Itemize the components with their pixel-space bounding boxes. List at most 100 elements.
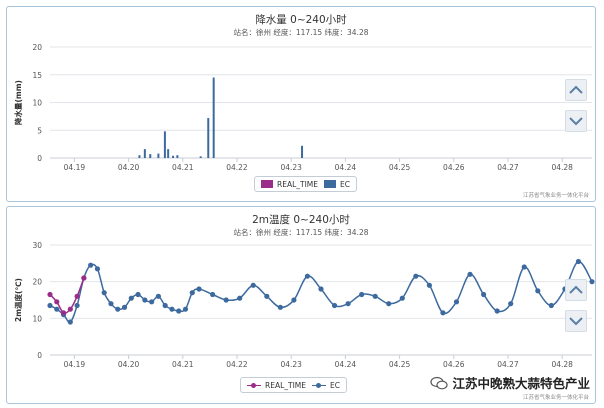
data-point-ec (142, 297, 148, 303)
legend-label: EC (340, 179, 350, 189)
data-point-ec (101, 290, 107, 296)
legend-swatch (247, 381, 261, 389)
x-tick-label: 04.21 (172, 360, 194, 369)
data-point-ec (521, 264, 527, 270)
bar-ec (207, 118, 210, 158)
wechat-logo-icon (430, 376, 449, 389)
data-point-ec (250, 282, 256, 288)
bar-ec (149, 154, 152, 158)
data-point-ec (162, 302, 168, 309)
data-point-ec (47, 302, 53, 309)
data-point-ec (223, 297, 229, 303)
data-point-ec (494, 308, 500, 314)
x-tick-label: 04.21 (172, 163, 194, 172)
data-point-ec (508, 301, 514, 307)
legend-item-ec[interactable]: EC (312, 381, 340, 390)
data-point-ec (481, 291, 487, 298)
data-point-ec (54, 306, 60, 312)
data-point-real-time (67, 306, 73, 312)
x-tick-label: 04.28 (551, 163, 573, 172)
data-point-ec (155, 293, 161, 299)
data-point-ec (399, 295, 405, 301)
data-point-ec (94, 266, 101, 272)
y-tick-label: 20 (32, 278, 42, 287)
x-tick-label: 04.22 (226, 163, 248, 172)
x-tick-label: 04.25 (389, 360, 411, 369)
credit-text: 江苏省气象业务一体化平台 (522, 395, 589, 401)
bar-ec (138, 155, 141, 158)
x-tick-label: 04.26 (443, 163, 465, 172)
y-tick-label: 30 (32, 241, 42, 250)
data-point-ec (372, 293, 378, 299)
x-tick-label: 04.23 (280, 360, 302, 369)
bar-ec (167, 149, 170, 158)
y-tick-label: 0 (37, 351, 42, 360)
data-point-ec (345, 301, 351, 307)
data-point-real-time (81, 275, 87, 281)
data-point-ec (440, 310, 446, 316)
data-point-ec (359, 291, 365, 298)
bar-ec (172, 155, 175, 158)
watermark-text: 江苏中晚熟大蒜特色产业 (452, 376, 590, 391)
legend-swatch (312, 381, 327, 389)
data-point-ec (413, 273, 419, 279)
data-point-ec (291, 297, 297, 303)
y-tick-label: 15 (32, 71, 42, 80)
data-point-ec (196, 286, 202, 292)
legend-label: REAL_TIME (265, 380, 307, 390)
data-point-ec (331, 302, 338, 309)
x-tick-label: 04.20 (118, 360, 140, 369)
y-tick-label: 20 (32, 43, 42, 52)
data-point-ec (277, 304, 283, 310)
data-point-ec (589, 279, 595, 285)
y-axis-label: 降水量(mm) (13, 80, 23, 125)
chevron-up-icon (569, 285, 583, 294)
scroll-up-button[interactable] (565, 279, 587, 301)
credit-text: 江苏省气象业务一体化平台 (522, 193, 589, 199)
data-point-ec (210, 291, 216, 298)
x-tick-label: 04.20 (118, 163, 140, 172)
legend-item-real-time[interactable]: REAL_TIME (247, 381, 306, 390)
x-tick-label: 04.24 (335, 360, 357, 369)
chevron-down-icon (569, 117, 583, 126)
bar-ec (163, 131, 166, 158)
data-point-real-time (60, 310, 67, 316)
legend-item-ec[interactable]: EC (324, 180, 350, 189)
legend-swatch (261, 180, 273, 188)
scroll-down-button[interactable] (565, 110, 587, 132)
x-tick-label: 04.25 (389, 163, 411, 172)
x-tick-label: 04.19 (64, 360, 86, 369)
bar-ec (212, 77, 215, 158)
data-point-ec (237, 295, 243, 301)
data-point-ec (149, 299, 155, 305)
data-point-ec (318, 286, 324, 292)
data-point-ec (535, 288, 541, 294)
data-point-ec (453, 299, 460, 305)
data-point-real-time (54, 299, 60, 305)
data-point-real-time (47, 291, 53, 298)
scroll-down-button[interactable] (565, 310, 587, 332)
data-point-ec (386, 301, 392, 307)
bar-ec (143, 149, 146, 158)
legend-item-real-time[interactable]: REAL_TIME (261, 180, 318, 189)
y-tick-label: 5 (37, 126, 42, 135)
data-point-ec (467, 271, 473, 277)
x-tick-label: 04.22 (226, 360, 248, 369)
data-point-ec (182, 306, 189, 312)
y-tick-label: 10 (32, 99, 42, 108)
scroll-up-button[interactable] (565, 79, 587, 101)
data-point-ec (189, 290, 195, 296)
data-point-ec (264, 293, 270, 299)
chart-legend: REAL_TIME EC (254, 176, 357, 192)
watermark: 江苏中晚熟大蒜特色产业 (426, 371, 594, 394)
bar-ec (157, 153, 160, 158)
data-point-ec (108, 301, 114, 307)
x-tick-label: 04.23 (280, 163, 302, 172)
data-point-ec (74, 302, 80, 309)
data-point-ec (67, 319, 73, 325)
legend-swatch (324, 180, 337, 188)
data-point-ec (304, 273, 311, 279)
chevron-up-icon (569, 85, 583, 94)
bar-ec (301, 145, 304, 158)
x-tick-label: 04.19 (64, 163, 86, 172)
